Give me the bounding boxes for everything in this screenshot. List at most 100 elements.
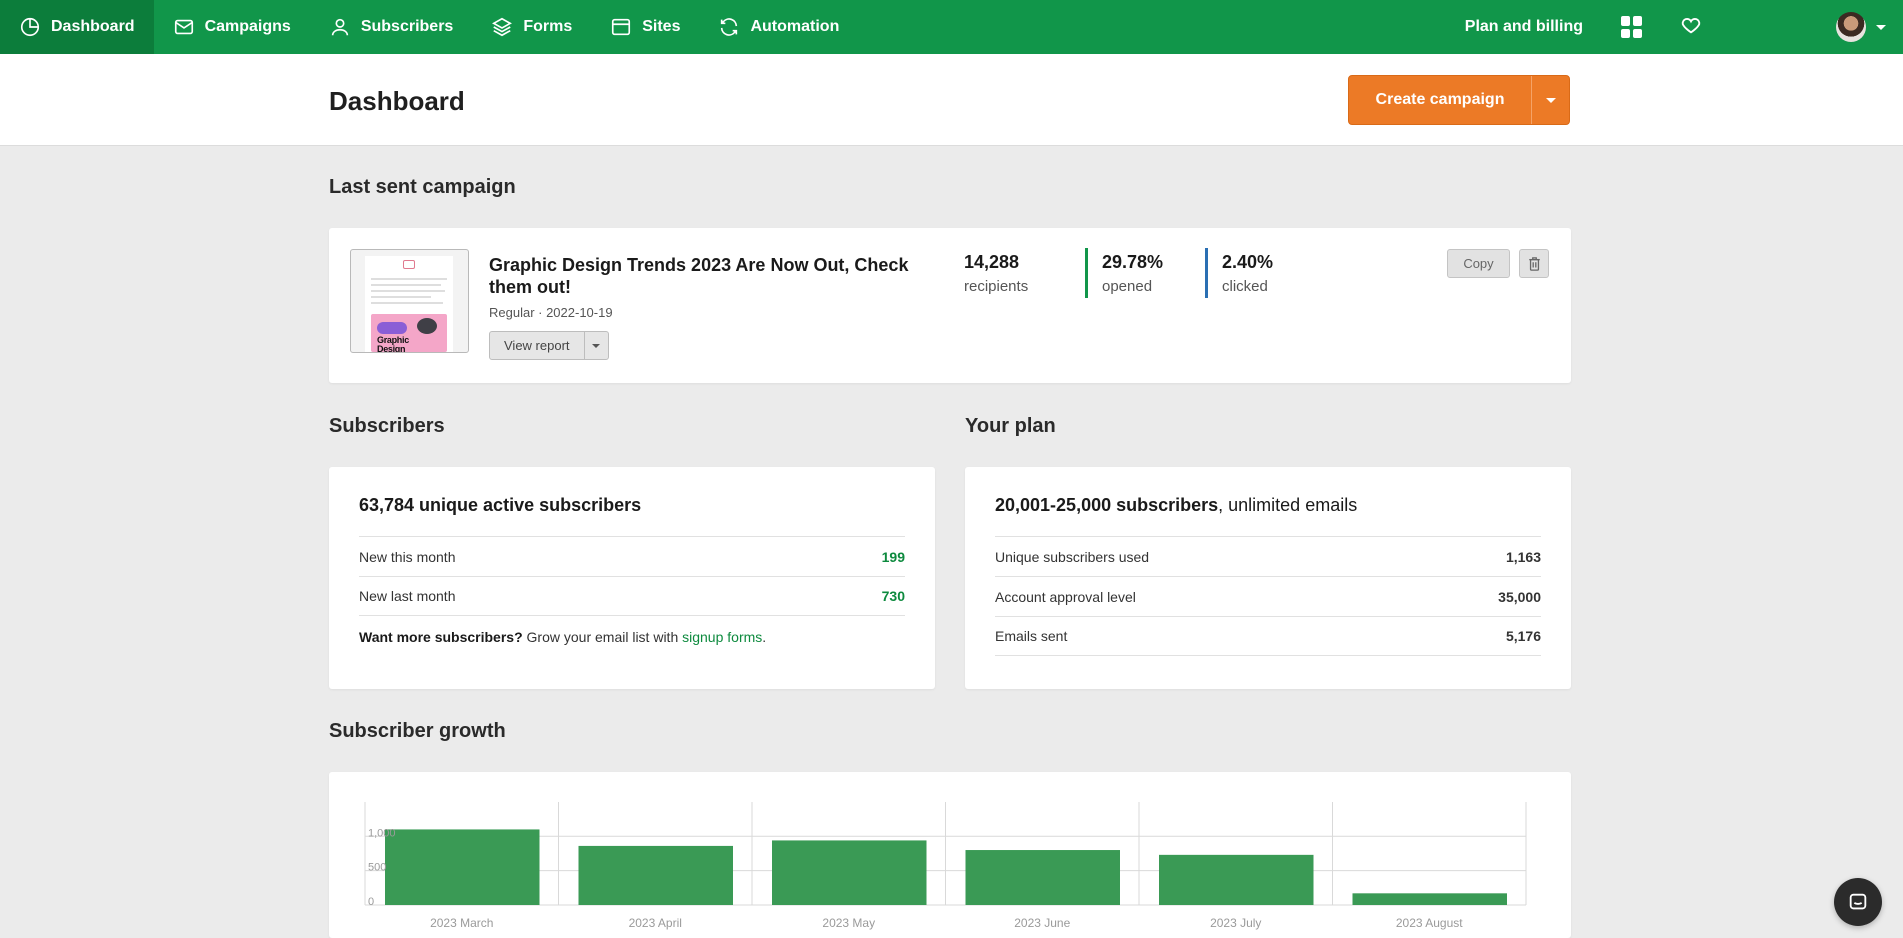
campaign-thumbnail[interactable]: Graphic Design [350,249,469,353]
chart-bar [772,840,927,905]
nav-automation-label: Automation [750,18,840,35]
stat-value: 14,288 [964,252,1020,272]
growth-heading: Subscriber growth [329,720,506,742]
stat-value: 29.78% [1102,252,1164,272]
thumbnail-page: Graphic Design [365,256,453,353]
stat-label: clicked [1222,278,1268,295]
stat-clicked: 2.40% clicked [1222,252,1273,295]
envelope-icon [174,19,193,35]
subscribers-count: 63,784 unique active subscribers [359,495,642,515]
nav-sites[interactable]: Sites [591,0,699,54]
campaign-title[interactable]: Graphic Design Trends 2023 Are Now Out, … [489,254,909,298]
chat-icon [1849,893,1867,910]
subscribers-heading: Subscribers [329,415,445,437]
row-value: 1,163 [1505,548,1541,565]
growth-card: 0 500 1,000 2023 March 2023 April 2023 May 202… [329,772,1571,938]
nav-right-group: Plan and billing [1465,0,1903,54]
apps-grid-icon[interactable] [1621,16,1643,38]
copy-button[interactable]: Copy [1447,249,1510,278]
plan-heading: Your plan [965,415,1056,437]
create-campaign-button: Create campaign [1348,75,1570,125]
chart-bar [1352,893,1507,905]
page-title: Dashboard [329,86,465,116]
thumbnail-line [371,290,445,292]
nav-automation[interactable]: Automation [699,0,858,54]
stat-recipients: 14,288 recipients [964,252,1028,295]
table-row: Emails sent 5,176 [995,616,1541,656]
row-value: 35,000 [1498,588,1541,605]
table-row: Unique subscribers used 1,163 [995,536,1541,576]
row-label: New last month [359,588,456,604]
row-label: Unique subscribers used [995,548,1150,565]
view-report-dropdown[interactable] [583,332,608,359]
nav-campaigns[interactable]: Campaigns [154,0,310,54]
heart-icon[interactable] [1680,14,1702,41]
refresh-icon [721,18,738,36]
signup-promo: Want more subscribers? Grow your email l… [359,629,766,645]
row-label: New this month [359,548,456,565]
plan-card: 20,001-25,000 subscribers, unlimited ema… [965,467,1571,689]
layers-icon [492,17,513,37]
row-label: Account approval level [995,588,1136,605]
top-navigation: Dashboard Campaigns Subscribers Forms Si… [0,0,1903,54]
nav-subscribers-label: Subscribers [360,18,454,35]
user-icon [331,18,348,36]
last-campaign-card: Graphic Design Graphic Design Trends 202… [329,228,1571,383]
thumbnail-line [371,296,431,298]
caret-down-icon [592,343,601,348]
stat-opened: 29.78% opened [1102,252,1163,295]
delete-button[interactable] [1519,249,1549,278]
avatar[interactable] [1836,12,1866,42]
x-tick-label: 2023 August [1396,916,1463,930]
y-tick-label: 500 [368,862,386,874]
thumbnail-text: Graphic Design [377,335,409,353]
thumbnail-line [371,278,447,280]
row-value: 199 [881,548,905,565]
chart-bar [965,850,1120,905]
view-report-main[interactable]: View report [490,332,584,359]
promo-end: . [762,629,767,645]
table-row: New last month 730 [359,576,905,616]
create-campaign-main[interactable]: Create campaign [1349,76,1531,124]
trash-icon [1528,256,1540,271]
nav-forms[interactable]: Forms [472,0,591,54]
chart-bar [385,829,540,905]
plan-headline: 20,001-25,000 subscribers, unlimited ema… [995,495,1357,516]
x-tick-label: 2023 July [1210,916,1261,930]
campaign-meta: Regular · 2022-10-19 [489,305,613,320]
nav-dashboard[interactable]: Dashboard [0,0,154,54]
stat-label: opened [1102,278,1153,295]
x-tick-label: 2023 June [1014,916,1070,930]
thumbnail-blob [417,318,437,334]
nav-subscribers[interactable]: Subscribers [310,0,472,54]
plan-tier: 20,001-25,000 subscribers [995,495,1219,515]
view-report-button: View report [489,331,609,360]
table-row: Account approval level 35,000 [995,576,1541,616]
chevron-down-icon[interactable] [1876,24,1886,30]
subscribers-card: 63,784 unique active subscribers New thi… [329,467,935,689]
nav-forms-label: Forms [523,18,573,35]
signup-forms-link[interactable]: signup forms [682,629,762,645]
promo-bold: Want more subscribers? [359,629,523,645]
row-label: Emails sent [995,628,1068,644]
caret-down-icon [1545,97,1556,103]
x-tick-label: 2023 March [430,916,493,930]
create-campaign-dropdown[interactable] [1531,76,1569,124]
nav-dashboard-label: Dashboard [51,18,135,35]
nav-campaigns-label: Campaigns [204,18,291,35]
plan-and-billing-link[interactable]: Plan and billing [1465,18,1583,36]
chart-bar [1159,854,1314,905]
thumbnail-line [371,284,441,286]
stat-value: 2.40% [1222,252,1274,272]
plan-emails: , unlimited emails [1218,495,1358,515]
y-tick-label: 0 [368,896,374,908]
thumbnail-line [371,302,443,304]
thumbnail-wave [377,322,407,334]
dashboard-icon [20,17,40,37]
chat-button[interactable] [1834,878,1882,926]
x-tick-label: 2023 April [629,916,682,930]
page-header: Dashboard Create campaign [0,54,1903,146]
opened-indicator-bar [1085,248,1088,298]
x-tick-label: 2023 May [822,916,875,930]
browser-icon [612,18,631,36]
